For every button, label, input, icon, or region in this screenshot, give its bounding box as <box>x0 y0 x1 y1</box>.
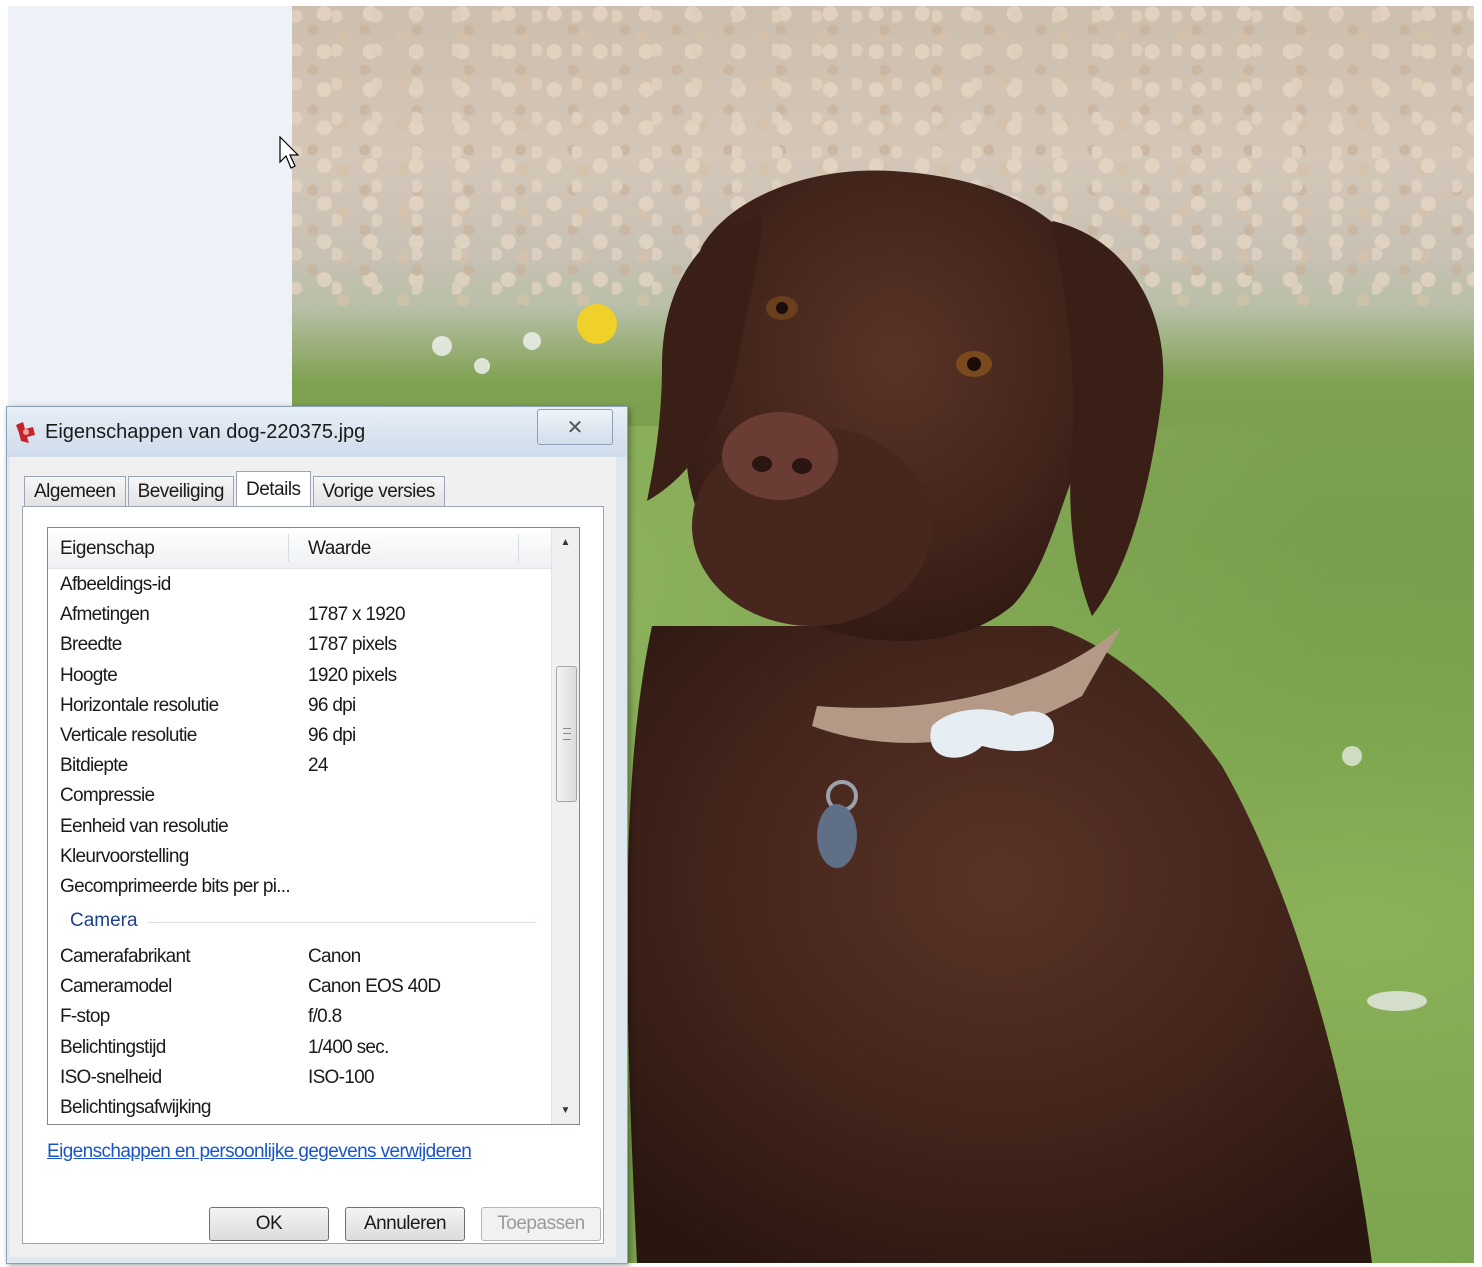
title-bar[interactable]: Eigenschappen van dog-220375.jpg ✕ <box>7 407 627 457</box>
list-rows: Afbeeldings-id Afmetingen 1787 x 1920 Bre… <box>48 570 551 1123</box>
table-row[interactable]: Camerafabrikant Canon <box>48 942 551 972</box>
tab-beveiliging[interactable]: Beveiliging <box>127 476 234 507</box>
table-row[interactable]: Afbeeldings-id <box>48 570 551 600</box>
details-tab-page: Eigenschap Waarde Afbeeldings-id Afmetin… <box>22 506 604 1244</box>
tab-details[interactable]: Details <box>235 471 311 508</box>
table-row[interactable]: F-stop f/0.8 <box>48 1002 551 1032</box>
close-icon: ✕ <box>566 416 584 439</box>
dialog-client: Algemeen Beveiliging Details Vorige vers… <box>10 457 616 1257</box>
scroll-up-arrow-icon[interactable]: ▲ <box>552 528 579 556</box>
table-row[interactable]: Belichtingstijd 1/400 sec. <box>48 1033 551 1063</box>
remove-properties-link[interactable]: Eigenschappen en persoonlijke gegevens v… <box>47 1141 472 1163</box>
desktop-area <box>8 6 292 426</box>
table-row[interactable]: Kleurvoorstelling <box>48 842 551 872</box>
close-button[interactable]: ✕ <box>537 409 613 445</box>
table-row[interactable]: Gecomprimeerde bits per pi... <box>48 872 551 902</box>
scrollbar-thumb[interactable] <box>556 666 577 802</box>
window-title: Eigenschappen van dog-220375.jpg <box>45 421 366 443</box>
tab-vorige-versies[interactable]: Vorige versies <box>312 476 445 507</box>
table-row[interactable]: Bitdiepte 24 <box>48 751 551 781</box>
cancel-button[interactable]: Annuleren <box>345 1207 465 1241</box>
apply-button[interactable]: Toepassen <box>481 1207 601 1241</box>
table-row[interactable]: Breedte 1787 pixels <box>48 630 551 660</box>
grip-icon <box>562 728 571 740</box>
table-row[interactable]: Afmetingen 1787 x 1920 <box>48 600 551 630</box>
vertical-scrollbar[interactable]: ▲ ▼ <box>551 528 579 1124</box>
table-row[interactable]: Cameramodel Canon EOS 40D <box>48 972 551 1002</box>
table-row[interactable]: Hoogte 1920 pixels <box>48 661 551 691</box>
list-header: Eigenschap Waarde <box>48 528 551 569</box>
column-header-property[interactable]: Eigenschap <box>60 538 155 560</box>
ok-button[interactable]: OK <box>209 1207 329 1241</box>
tab-algemeen[interactable]: Algemeen <box>24 476 126 507</box>
properties-dialog: Eigenschappen van dog-220375.jpg ✕ Algem… <box>6 406 628 1264</box>
table-row[interactable]: ISO-snelheid ISO-100 <box>48 1063 551 1093</box>
table-row[interactable]: Eenheid van resolutie <box>48 812 551 842</box>
tab-strip: Algemeen Beveiliging Details Vorige vers… <box>24 471 447 508</box>
scroll-down-arrow-icon[interactable]: ▼ <box>552 1096 579 1124</box>
table-row[interactable]: Belichtingsafwijking <box>48 1093 551 1123</box>
group-header-camera: Camera <box>48 902 551 942</box>
property-list[interactable]: Eigenschap Waarde Afbeeldings-id Afmetin… <box>47 527 580 1125</box>
properties-icon <box>16 422 35 443</box>
table-row[interactable]: Compressie <box>48 781 551 811</box>
column-header-value[interactable]: Waarde <box>308 538 371 560</box>
table-row[interactable]: Horizontale resolutie 96 dpi <box>48 691 551 721</box>
table-row[interactable]: Verticale resolutie 96 dpi <box>48 721 551 751</box>
mouse-pointer-icon <box>279 136 300 169</box>
